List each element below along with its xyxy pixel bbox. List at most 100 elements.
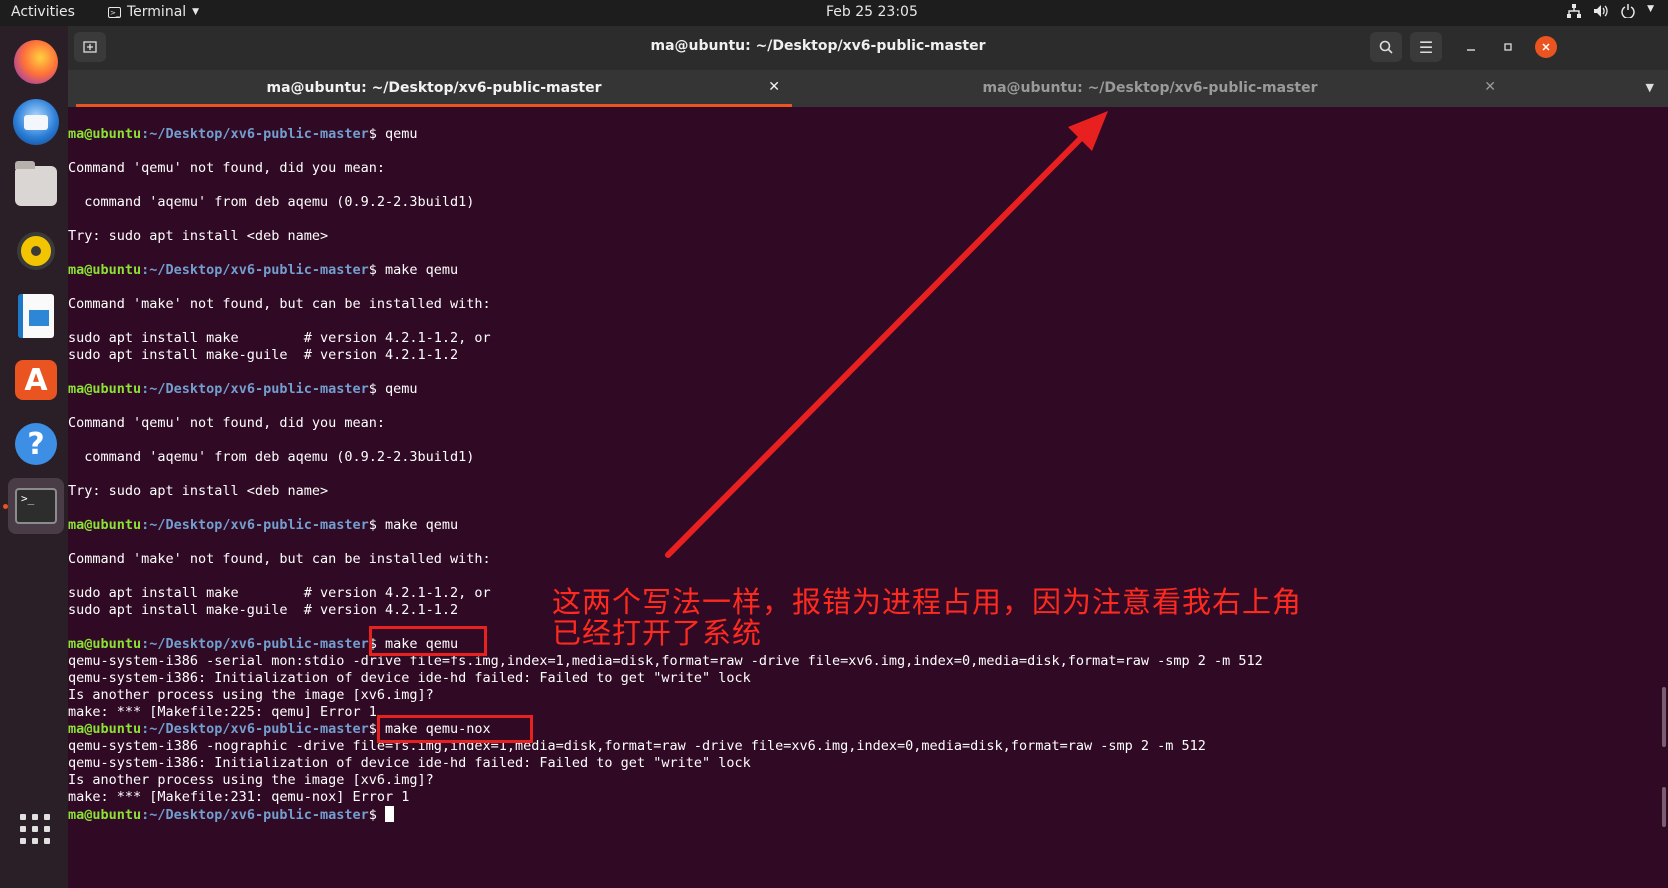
tab-1[interactable]: ma@ubuntu: ~/Desktop/xv6-public-master ✕ [76,70,792,107]
line-text: Is another process using the image [xv6.… [68,772,434,788]
volume-icon [1593,4,1609,22]
output-line: qemu-system-i386 -nographic -drive file=… [68,738,1263,755]
prompt-user: ma@ubuntu [68,636,142,652]
software-store-icon: A [15,360,57,400]
line-text: qemu-system-i386: Initialization of devi… [68,670,751,686]
window-title: ma@ubuntu: ~/Desktop/xv6-public-master [650,38,986,54]
rhythmbox-icon [17,232,55,270]
help-icon: ? [15,423,57,465]
annotation-line-1: 这两个写法一样，报错为进程占用，因为注意看我右上角 [552,585,1303,619]
prompt-symbol: $ [368,381,385,397]
search-icon [1379,40,1393,54]
prompt-path: :~/Desktop/xv6-public-master [141,126,369,142]
line-text: sudo apt install make # version 4.2.1-1.… [68,330,491,346]
terminal-window: ma@ubuntu: ~/Desktop/xv6-public-master ☰… [68,26,1668,888]
prompt-user: ma@ubuntu [68,262,142,278]
line-text: sudo apt install make-guile # version 4.… [68,602,459,618]
running-indicator [3,504,8,509]
tab-close-icon[interactable]: ✕ [768,79,780,95]
terminal-app-icon: >_ [15,488,57,524]
tab-list-chevron-icon[interactable]: ▼ [1646,81,1654,94]
dock-item-help[interactable]: ? [8,416,64,472]
terminal-output[interactable]: ma@ubuntu:~/Desktop/xv6-public-master$ q… [68,126,1263,823]
highlight-box-make-qemu [369,626,487,656]
prompt-user: ma@ubuntu [68,807,142,823]
clock[interactable]: Feb 25 23:05 [826,4,918,20]
dock-item-files[interactable] [8,158,64,214]
prompt-line: ma@ubuntu:~/Desktop/xv6-public-master$ m… [68,262,1263,279]
line-text: sudo apt install make-guile # version 4.… [68,347,459,363]
app-menu[interactable]: >_ Terminal ▼ [108,4,199,20]
dock-item-terminal[interactable]: >_ [8,478,64,534]
close-window-button[interactable] [1535,36,1557,58]
output-line: sudo apt install make-guile # version 4.… [68,347,1263,364]
output-line: make: *** [Makefile:231: qemu-nox] Error… [68,789,1263,806]
line-text: Command 'make' not found, but can be ins… [68,551,491,567]
prompt-user: ma@ubuntu [68,381,142,397]
close-icon [1542,43,1550,51]
prompt-path: :~/Desktop/xv6-public-master [141,381,369,397]
scrollbar-thumb[interactable] [1662,687,1666,747]
output-line: make: *** [Makefile:225: qemu] Error 1 [68,704,1263,721]
header-bar: ma@ubuntu: ~/Desktop/xv6-public-master ☰ [68,26,1668,70]
dock: A ? >_ [0,26,72,888]
prompt-path: :~/Desktop/xv6-public-master [141,517,369,533]
output-line: qemu-system-i386 -serial mon:stdio -driv… [68,653,1263,670]
output-line: command 'aqemu' from deb aqemu (0.9.2-2.… [68,194,1263,211]
line-text: make: *** [Makefile:225: qemu] Error 1 [68,704,377,720]
prompt-path: :~/Desktop/xv6-public-master [141,636,369,652]
dock-item-firefox[interactable] [8,34,64,90]
output-line: Command 'qemu' not found, did you mean: [68,415,1263,432]
prompt-symbol: $ [368,126,385,142]
prompt-line: ma@ubuntu:~/Desktop/xv6-public-master$ q… [68,381,1263,398]
chevron-down-icon: ▼ [1647,4,1654,14]
network-icon [1567,4,1582,22]
annotation-line-2: 已经打开了系统 [552,616,763,650]
minimize-button[interactable] [1460,36,1482,58]
dock-item-software[interactable]: A [8,352,64,408]
terminal-glyph: >_ [21,492,35,505]
highlight-box-make-qemu-nox [377,715,533,743]
search-button[interactable] [1370,32,1402,62]
scrollbar-thumb-lower[interactable] [1662,787,1666,827]
activities-button[interactable]: Activities [11,4,75,20]
output-line: Try: sudo apt install <deb name> [68,483,1263,500]
dock-item-thunderbird[interactable] [8,94,64,150]
tab-2[interactable]: ma@ubuntu: ~/Desktop/xv6-public-master ✕ [792,70,1508,107]
firefox-icon [14,40,58,84]
thunderbird-icon [13,99,59,145]
menu-button[interactable]: ☰ [1410,32,1442,62]
chevron-down-icon: ▼ [192,7,200,17]
prompt-line: ma@ubuntu:~/Desktop/xv6-public-master$ m… [68,517,1263,534]
dock-item-writer[interactable] [8,288,64,344]
maximize-button[interactable] [1497,36,1519,58]
tab-label: ma@ubuntu: ~/Desktop/xv6-public-master [266,80,602,96]
show-apps-icon[interactable] [20,814,50,844]
line-text: qemu-system-i386 -serial mon:stdio -driv… [68,653,1263,669]
prompt-path: :~/Desktop/xv6-public-master [141,721,369,737]
system-tray[interactable]: ▼ [1567,4,1654,22]
tab-label: ma@ubuntu: ~/Desktop/xv6-public-master [982,80,1318,96]
prompt-line: ma@ubuntu:~/Desktop/xv6-public-master$ q… [68,126,1263,143]
output-line: Is another process using the image [xv6.… [68,772,1263,789]
prompt-symbol: $ [368,807,385,823]
output-line: sudo apt install make # version 4.2.1-1.… [68,330,1263,347]
writer-icon [18,294,54,338]
tab-close-icon[interactable]: ✕ [1484,79,1496,95]
prompt-line: ma@ubuntu:~/Desktop/xv6-public-master$ [68,806,1263,823]
prompt-user: ma@ubuntu [68,517,142,533]
output-line: qemu-system-i386: Initialization of devi… [68,670,1263,687]
dock-item-rhythmbox[interactable] [8,223,64,279]
output-line: Try: sudo apt install <deb name> [68,228,1263,245]
output-line: Command 'qemu' not found, did you mean: [68,160,1263,177]
terminal-content[interactable]: ma@ubuntu:~/Desktop/xv6-public-master$ q… [68,107,1668,888]
line-text: Try: sudo apt install <deb name> [68,483,329,499]
line-text: sudo apt install make # version 4.2.1-1.… [68,585,491,601]
